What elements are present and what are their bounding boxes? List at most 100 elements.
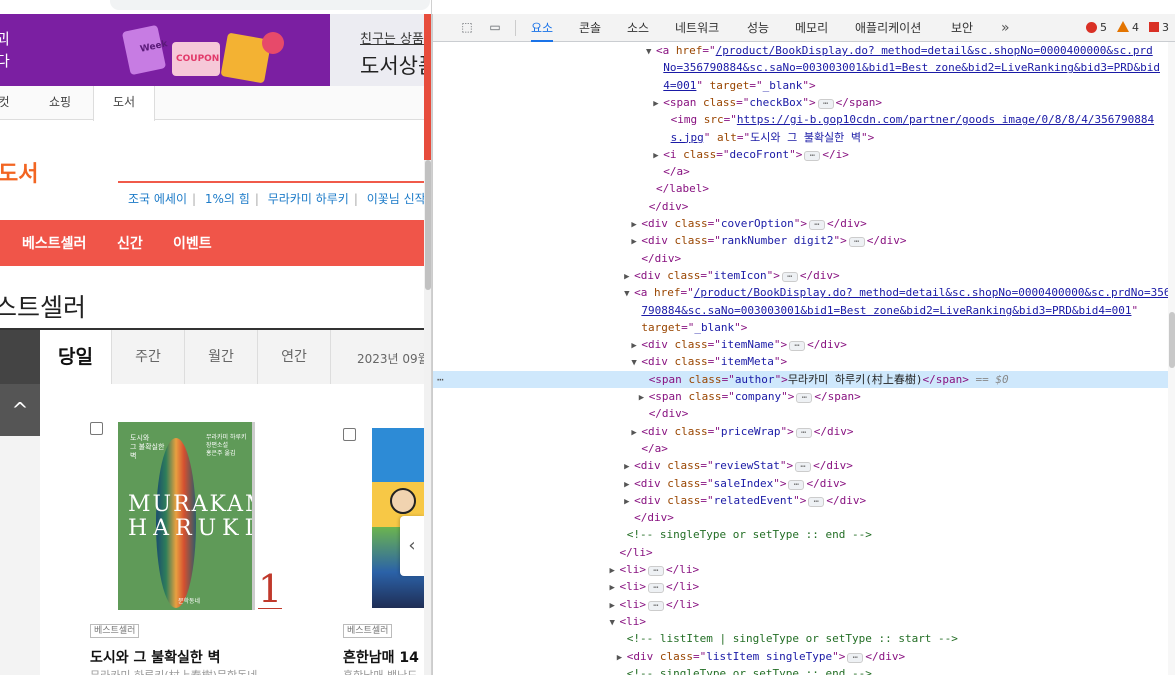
tab-network[interactable]: 네트워크: [675, 14, 719, 42]
dom-node[interactable]: target="_blank">: [433, 319, 1168, 336]
dom-node[interactable]: <!-- singleType or setType :: end -->: [433, 526, 1168, 543]
scroll-up-button[interactable]: ^: [0, 384, 40, 436]
dom-node[interactable]: 790884&sc.saNo=003003001&bid1=Best zone&…: [433, 302, 1168, 319]
carousel-prev-button[interactable]: ‹: [400, 516, 424, 576]
dom-node[interactable]: ▶ <div class="coverOption"> ⋯ </div>: [433, 215, 1168, 232]
book-subtitle: 흔한남매 백난도: [343, 667, 417, 675]
page-scrollbar[interactable]: [424, 14, 431, 675]
rank-number: 1: [258, 567, 283, 611]
dom-node[interactable]: ▶ <span class="checkBox"> ⋯ </span>: [433, 94, 1168, 111]
scrollbar-thumb[interactable]: [1169, 312, 1175, 368]
issue-icon: [1149, 22, 1159, 32]
more-tabs-button[interactable]: »: [1001, 14, 1010, 42]
menu-event[interactable]: 이벤트: [173, 233, 212, 253]
cover-title: 도시와 그 불확실한 벽: [130, 434, 165, 460]
dom-node[interactable]: </div>: [433, 250, 1168, 267]
keyword-link[interactable]: 이꽃님 신작: [367, 192, 426, 206]
dom-node[interactable]: ▶ <span class="company"> ⋯ </span>: [433, 388, 1168, 405]
dom-node[interactable]: ▶ <i class="decoFront"> ⋯ </i>: [433, 146, 1168, 163]
cover-publisher: 문학동네: [178, 598, 201, 605]
tab-yearly[interactable]: 연간: [258, 330, 331, 384]
screen: Week COUPON 괴 다 친구는 상품 도서상품 컷 쇼핑 도서 도서 조…: [0, 0, 1175, 675]
tab-books[interactable]: 도서: [93, 86, 155, 121]
tab-application[interactable]: 애플리케이션: [855, 14, 921, 42]
tab-memory[interactable]: 메모리: [795, 14, 828, 42]
issue-count[interactable]: 3: [1149, 20, 1169, 36]
dom-node[interactable]: ▶ <li> ⋯ </li>: [433, 596, 1168, 613]
dom-node[interactable]: </div>: [433, 405, 1168, 422]
dom-node[interactable]: </div>: [433, 198, 1168, 215]
dom-node[interactable]: <!-- listItem | singleType or setType ::…: [433, 630, 1168, 647]
device-toolbar-icon[interactable]: ▭: [487, 20, 503, 34]
dom-node[interactable]: ▶ <div class="listItem singleType"> ⋯ </div…: [433, 648, 1168, 665]
dom-node[interactable]: ▶ <div class="saleIndex"> ⋯ </div>: [433, 475, 1168, 492]
tab-sources[interactable]: 소스: [627, 14, 649, 42]
cover-en-2: HARUKI: [128, 516, 252, 541]
dom-node[interactable]: ▶ <div class="reviewStat"> ⋯ </div>: [433, 457, 1168, 474]
book-checkbox[interactable]: [343, 428, 356, 441]
tab-cut[interactable]: 컷: [0, 86, 20, 120]
dom-node[interactable]: <!-- singleType or setType :: end -->: [433, 665, 1168, 675]
dom-node[interactable]: ▶ <li> ⋯ </li>: [433, 561, 1168, 578]
error-icon: [1086, 22, 1097, 33]
dom-node[interactable]: s.jpg" alt="도시와 그 불확실한 벽">: [433, 129, 1168, 146]
address-bar-strip: [0, 0, 431, 14]
address-bar[interactable]: [110, 0, 430, 10]
tab-daily[interactable]: 당일: [40, 330, 112, 384]
side-panel: [0, 436, 40, 675]
category-title: 도서: [0, 162, 39, 187]
chevron-up-icon: ^: [11, 398, 29, 422]
dom-node[interactable]: 4=001" target="_blank">: [433, 77, 1168, 94]
tab-monthly[interactable]: 월간: [185, 330, 258, 384]
devtools-scrollbar[interactable]: [1168, 42, 1175, 675]
book-title[interactable]: 도시와 그 불확실한 벽: [90, 647, 221, 667]
period-tabs: 당일 주간 월간 연간 2023년 09월: [0, 328, 431, 438]
category-menu: 베스트셀러 신간 이벤트: [0, 220, 431, 266]
error-count[interactable]: 5: [1086, 20, 1107, 36]
ball-illustration: [262, 32, 284, 54]
keyword-list: 조국 에세이| 1%의 힘| 무라카미 하루키| 이꽃님 신작|: [128, 192, 431, 206]
dom-node[interactable]: No=356790884&sc.saNo=003003001&bid1=Best…: [433, 59, 1168, 76]
keyword-link[interactable]: 1%의 힘: [205, 192, 250, 206]
dom-node[interactable]: ▶ <div class="relatedEvent"> ⋯ </div>: [433, 492, 1168, 509]
keyword-link[interactable]: 무라카미 하루키: [268, 192, 349, 206]
tab-weekly[interactable]: 주간: [112, 330, 185, 384]
dom-node[interactable]: ▶ <li> ⋯ </li>: [433, 578, 1168, 595]
dom-node[interactable]: ▼ <div class="itemMeta">: [433, 353, 1168, 370]
dom-node[interactable]: ▼ <a href="/product/BookDisplay.do? metho…: [433, 42, 1168, 59]
tab-shopping[interactable]: 쇼핑: [26, 86, 94, 120]
inspect-element-icon[interactable]: ⬚: [459, 20, 475, 34]
book-title[interactable]: 흔한남매 14: [343, 647, 419, 667]
dom-node[interactable]: ▶ <div class="itemIcon"> ⋯ </div>: [433, 267, 1168, 284]
warning-count[interactable]: 4: [1117, 20, 1139, 36]
dom-node[interactable]: </div>: [433, 509, 1168, 526]
dom-node[interactable]: </label>: [433, 180, 1168, 197]
dom-node[interactable]: </li>: [433, 544, 1168, 561]
promo-banner[interactable]: Week COUPON 괴 다 친구는 상품 도서상품: [0, 14, 432, 86]
dom-node[interactable]: ▶ <div class="itemName"> ⋯ </div>: [433, 336, 1168, 353]
tab-elements[interactable]: 요소: [531, 14, 554, 42]
dom-node-selected[interactable]: ⋯ <span class="author">무라카미 하루키(村上春樹)</sp…: [433, 370, 1168, 388]
dom-node[interactable]: </a>: [433, 163, 1168, 180]
tab-security[interactable]: 보안: [951, 14, 973, 42]
dom-node[interactable]: <img src="https://gi-b.gop10cdn.com/part…: [433, 111, 1168, 128]
tab-performance[interactable]: 성능: [747, 14, 769, 42]
devtools-panel: ⬚ ▭ 요소 콘솔 소스 네트워크 성능 메모리 애플리케이션 보안 » 5 4…: [432, 14, 1175, 675]
banner-line-2: 도서상품: [360, 54, 432, 78]
book-checkbox[interactable]: [90, 422, 103, 435]
menu-bestseller[interactable]: 베스트셀러: [22, 233, 86, 253]
dom-tree[interactable]: ▼ <a href="/product/BookDisplay.do? metho…: [433, 42, 1168, 675]
scrollbar-thumb[interactable]: [425, 160, 431, 290]
dom-node[interactable]: ▶ <div class="priceWrap"> ⋯ </div>: [433, 423, 1168, 440]
dom-node[interactable]: ▼ <a href="/product/BookDisplay.do? metho…: [433, 284, 1168, 301]
dom-node[interactable]: ▼ <li>: [433, 613, 1168, 630]
cover-art: [390, 488, 416, 514]
dom-node[interactable]: ▶ <div class="rankNumber digit2"> ⋯ </div>: [433, 232, 1168, 249]
node-actions-icon[interactable]: ⋯: [437, 371, 444, 388]
tab-console[interactable]: 콘솔: [579, 14, 601, 42]
book-cover-1[interactable]: 도시와 그 불확실한 벽 무라카미 하루키 장편소설 홍은주 옮김 MURAKA…: [118, 422, 252, 610]
cover-en-1: MURAKAMI: [128, 492, 252, 517]
menu-new[interactable]: 신간: [117, 233, 143, 253]
keyword-link[interactable]: 조국 에세이: [128, 192, 187, 206]
dom-node[interactable]: </a>: [433, 440, 1168, 457]
